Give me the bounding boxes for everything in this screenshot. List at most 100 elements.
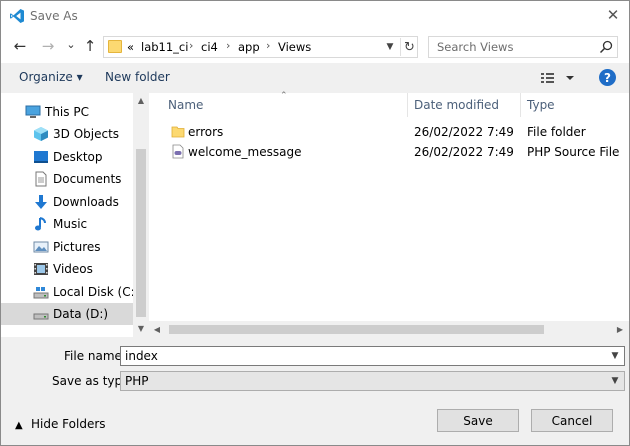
- vscode-icon: [10, 9, 24, 23]
- save-button[interactable]: Save: [437, 409, 519, 432]
- column-divider[interactable]: [520, 93, 521, 117]
- save-options-panel: File name: index ▼ Save as type: PHP ▼ ▲…: [1, 337, 629, 445]
- sidebar-item-label: Videos: [53, 262, 93, 276]
- sort-ascending-icon: ⌃: [280, 91, 288, 101]
- sidebar-item-label: Documents: [53, 172, 122, 186]
- scroll-right-arrow[interactable]: ▶: [612, 322, 628, 336]
- sidebar-item-label: Pictures: [53, 240, 101, 254]
- hide-folders-label: Hide Folders: [31, 417, 106, 431]
- sidebar-item-label: Data (D:): [53, 307, 109, 321]
- table-row[interactable]: errors 26/02/2022 7:49 File folder: [165, 122, 613, 142]
- column-header-date[interactable]: Date modified: [414, 98, 499, 112]
- sidebar-item-label: 3D Objects: [53, 127, 120, 141]
- command-toolbar: Organize ▾ New folder ?: [1, 63, 629, 93]
- new-folder-button[interactable]: New folder: [105, 70, 170, 84]
- search-placeholder: Search Views: [437, 40, 514, 54]
- breadcrumb-views[interactable]: Views: [278, 40, 311, 54]
- scrollbar-thumb[interactable]: [136, 149, 146, 317]
- chevron-up-icon: ▲: [15, 420, 23, 431]
- filename-input[interactable]: index ▼: [120, 346, 625, 366]
- file-date: 26/02/2022 7:49: [414, 125, 514, 139]
- drive-icon: [33, 313, 49, 320]
- drive-icon: [33, 287, 49, 299]
- browser-area: This PC 3D Objects Desktop Documents Dow…: [1, 91, 629, 337]
- pc-icon: [25, 105, 41, 118]
- sidebar-item-label: Desktop: [53, 150, 103, 164]
- table-row[interactable]: welcome_message 26/02/2022 7:49 PHP Sour…: [165, 142, 619, 162]
- forward-button[interactable]: →: [39, 37, 57, 55]
- window-title: Save As: [30, 9, 78, 23]
- breadcrumb-ci4[interactable]: ci4: [201, 40, 218, 54]
- column-header-type[interactable]: Type: [527, 98, 555, 112]
- desktop-icon: [34, 151, 48, 163]
- breadcrumb-separator: ›: [226, 39, 231, 52]
- chevron-down-icon[interactable]: ▼: [609, 350, 621, 362]
- sidebar-item-label: Music: [53, 217, 88, 231]
- navigation-pane: This PC 3D Objects Desktop Documents Dow…: [1, 93, 149, 337]
- chevron-down-icon[interactable]: ▼: [609, 375, 621, 387]
- sidebar-item-3d-objects[interactable]: 3D Objects: [1, 123, 133, 145]
- documents-icon: [35, 171, 47, 187]
- close-icon: ✕: [606, 6, 620, 24]
- cube-icon: [34, 127, 48, 141]
- file-name: errors: [188, 125, 224, 139]
- organize-button[interactable]: Organize ▾: [19, 70, 83, 84]
- breadcrumb-lab11-ci[interactable]: lab11_ci: [141, 40, 188, 54]
- breadcrumb-overflow[interactable]: «: [127, 40, 134, 54]
- sidebar-item-this-pc[interactable]: This PC: [1, 101, 133, 123]
- folder-icon: [108, 40, 122, 53]
- close-button[interactable]: ✕: [601, 4, 625, 26]
- recent-locations-button[interactable]: ⌄: [62, 35, 80, 53]
- search-icon: [599, 40, 613, 54]
- sidebar-item-pictures[interactable]: Pictures: [1, 236, 133, 258]
- sidebar-item-label: Local Disk (C:): [53, 285, 140, 299]
- refresh-button[interactable]: ↻: [400, 38, 418, 56]
- sidebar-item-documents[interactable]: Documents: [1, 168, 133, 190]
- scroll-up-arrow[interactable]: ▲: [133, 93, 149, 107]
- filename-value: index: [125, 349, 158, 363]
- column-header-name[interactable]: Name: [168, 98, 203, 112]
- back-button[interactable]: ←: [11, 37, 29, 55]
- horizontal-scrollbar[interactable]: ◀ ▶: [149, 321, 629, 337]
- file-date: 26/02/2022 7:49: [414, 145, 514, 159]
- view-options-icon[interactable]: [540, 70, 576, 86]
- file-type: File folder: [527, 125, 586, 139]
- navigation-bar: ← → ⌄ ↑ « lab11_ci › ci4 › app › Views ▼…: [1, 31, 629, 63]
- column-divider[interactable]: [407, 93, 408, 117]
- downloads-icon: [35, 195, 47, 209]
- sidebar-item-music[interactable]: Music: [1, 213, 133, 235]
- sidebar-item-videos[interactable]: Videos: [1, 258, 133, 280]
- breadcrumb-separator: ›: [266, 39, 271, 52]
- music-icon: [35, 217, 46, 231]
- title-bar: Save As ✕: [1, 1, 629, 31]
- sidebar-item-data-d[interactable]: Data (D:): [1, 303, 133, 325]
- sidebar-scrollbar[interactable]: ▲ ▼: [133, 93, 149, 337]
- cancel-button[interactable]: Cancel: [531, 409, 613, 432]
- scrollbar-thumb[interactable]: [169, 325, 544, 334]
- file-list: ⌃ Name Date modified Type errors 26/02/2…: [149, 91, 629, 337]
- pictures-icon: [33, 241, 49, 253]
- sidebar-item-label: Downloads: [53, 195, 119, 209]
- sidebar-item-label: This PC: [45, 105, 89, 119]
- scroll-left-arrow[interactable]: ◀: [149, 322, 165, 336]
- videos-icon: [34, 263, 48, 275]
- scroll-down-arrow[interactable]: ▼: [133, 321, 149, 335]
- hide-folders-button[interactable]: ▲ Hide Folders: [15, 417, 106, 431]
- chevron-down-icon[interactable]: ▼: [383, 39, 397, 55]
- up-button[interactable]: ↑: [81, 37, 99, 55]
- breadcrumb-separator: ›: [189, 39, 194, 52]
- help-button[interactable]: ?: [599, 69, 616, 86]
- sidebar-item-local-disk-c[interactable]: Local Disk (C:): [1, 281, 139, 303]
- breadcrumb-app[interactable]: app: [238, 40, 260, 54]
- save-as-dialog: Save As ✕ ← → ⌄ ↑ « lab11_ci › ci4 › app…: [0, 0, 630, 446]
- sidebar-item-desktop[interactable]: Desktop: [1, 146, 133, 168]
- search-input[interactable]: Search Views: [428, 36, 618, 58]
- filename-label: File name:: [64, 349, 126, 363]
- file-name: welcome_message: [188, 145, 302, 159]
- sidebar-item-downloads[interactable]: Downloads: [1, 191, 133, 213]
- folder-icon: [171, 126, 185, 138]
- php-file-icon: [172, 144, 184, 159]
- address-bar[interactable]: « lab11_ci › ci4 › app › Views ▼ ↻: [103, 36, 418, 58]
- save-type-value: PHP: [125, 374, 149, 388]
- save-type-select[interactable]: PHP ▼: [120, 371, 625, 391]
